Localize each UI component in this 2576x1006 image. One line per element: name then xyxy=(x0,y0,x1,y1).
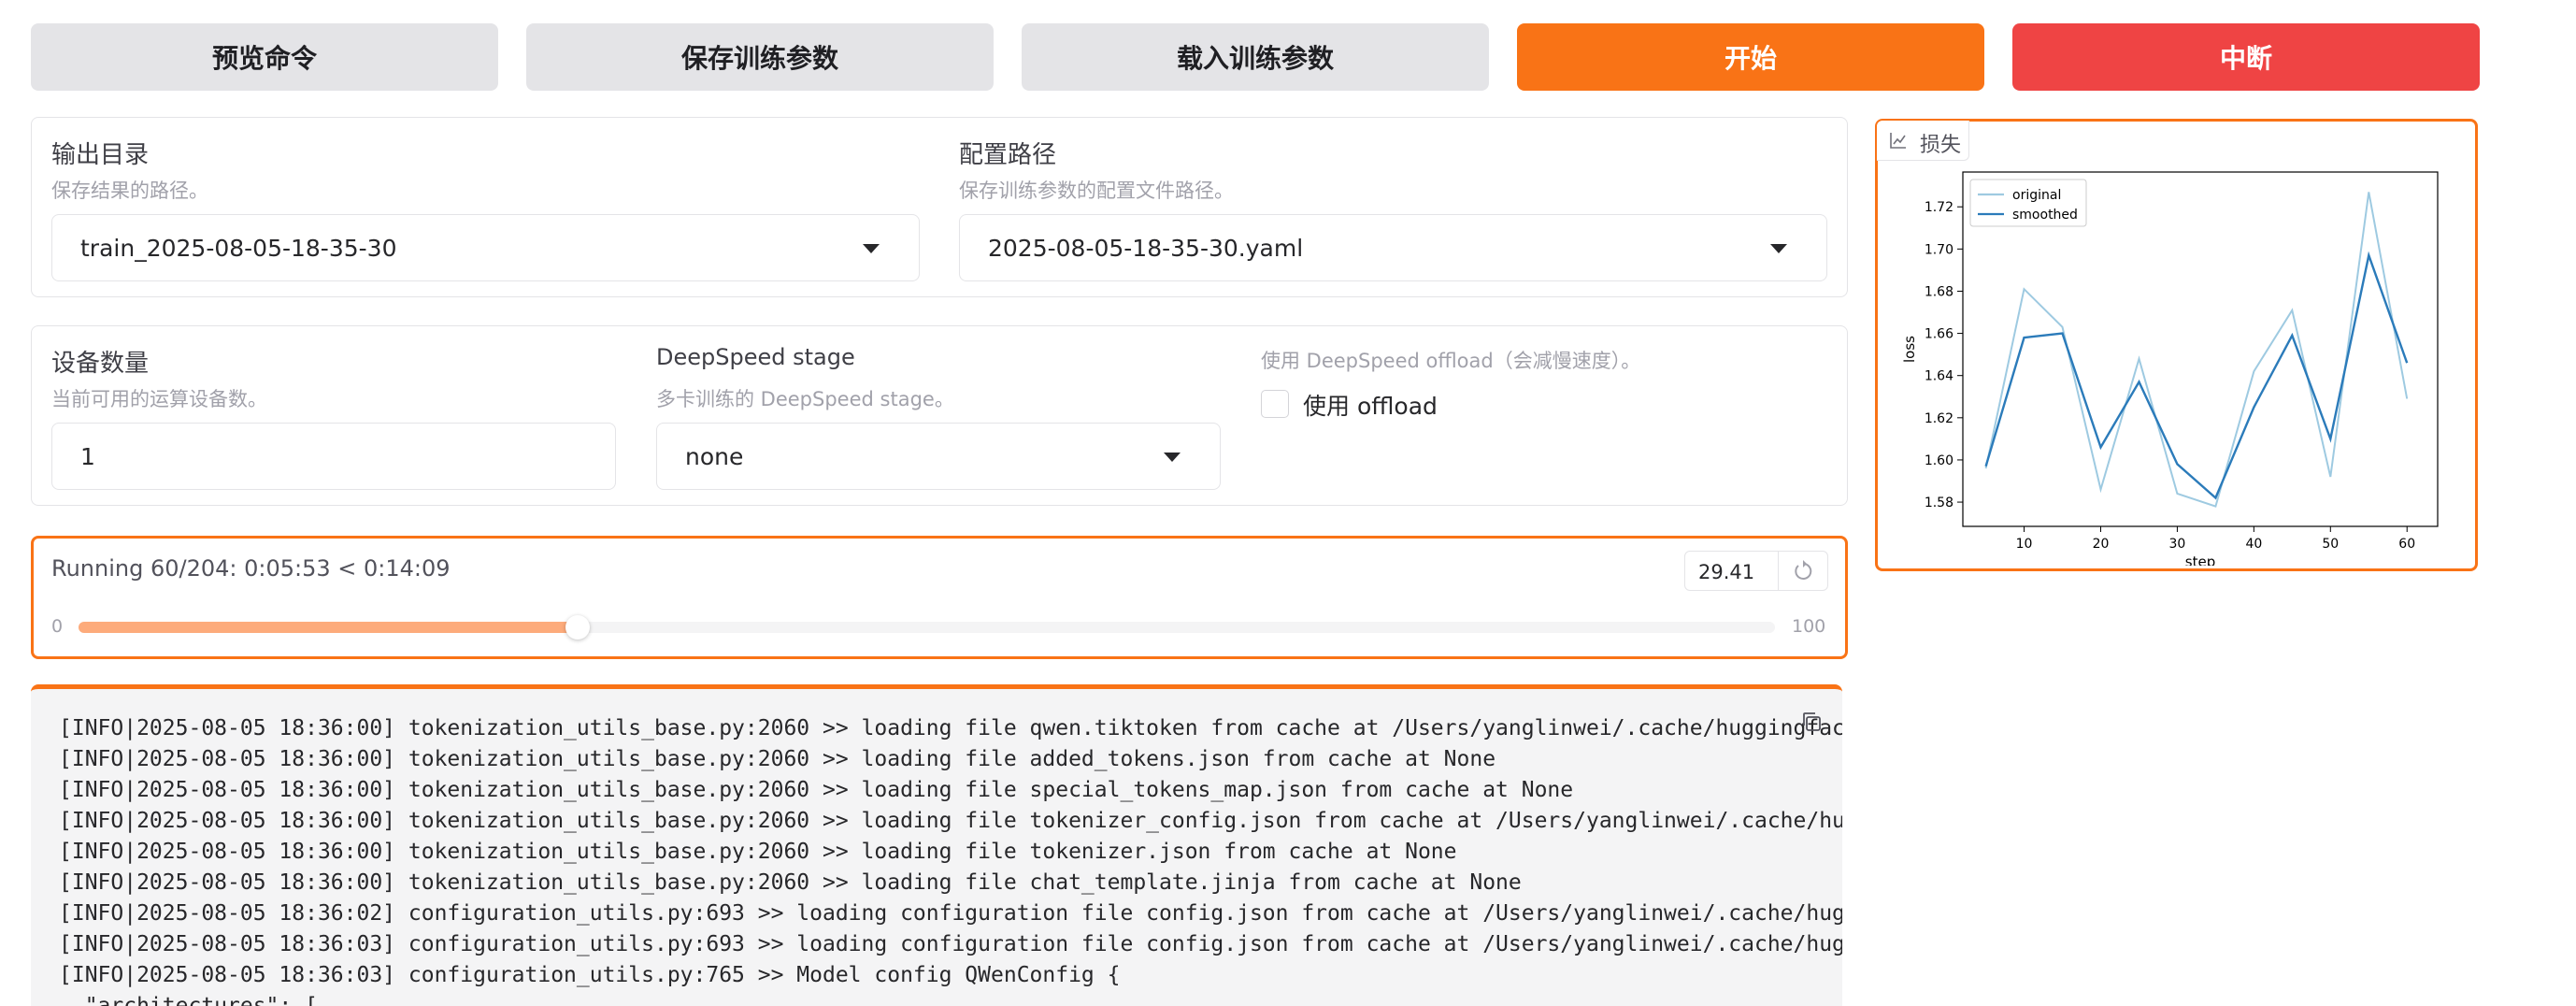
y-tick-label: 1.66 xyxy=(1925,327,1953,342)
progress-slider[interactable] xyxy=(79,615,1775,640)
save-args-button[interactable]: 保存训练参数 xyxy=(526,23,994,91)
preview-command-button[interactable]: 预览命令 xyxy=(31,23,498,91)
y-tick-label: 1.72 xyxy=(1925,200,1953,215)
config-path-dropdown[interactable]: 2025-08-05-18-35-30.yaml xyxy=(959,214,1827,281)
output-dir-dropdown[interactable]: train_2025-08-05-18-35-30 xyxy=(51,214,920,281)
start-button[interactable]: 开始 xyxy=(1517,23,1984,91)
progress-panel xyxy=(31,536,1848,659)
ds-stage-label: DeepSpeed stage xyxy=(656,344,855,370)
log-line: [INFO|2025-08-05 18:36:00] tokenization_… xyxy=(59,716,1842,740)
x-tick-label: 30 xyxy=(2169,537,2186,552)
ds-offload-info: 使用 DeepSpeed offload（会减慢速度）。 xyxy=(1261,350,1641,372)
x-tick-label: 50 xyxy=(2322,537,2339,552)
config-path-value: 2025-08-05-18-35-30.yaml xyxy=(988,234,1304,262)
y-tick-label: 1.70 xyxy=(1925,242,1953,257)
log-line: [INFO|2025-08-05 18:36:00] tokenization_… xyxy=(59,870,1522,895)
ds-stage-dropdown[interactable]: none xyxy=(656,423,1221,490)
slider-max-label: 100 xyxy=(1792,616,1826,637)
loss-plot-label-tab: 损失 xyxy=(1877,121,1969,161)
progress-number[interactable]: 29.41 xyxy=(1698,561,1754,583)
progress-slider-thumb[interactable] xyxy=(565,615,590,640)
load-args-button[interactable]: 载入训练参数 xyxy=(1022,23,1489,91)
loss-chart: 1.58 1.60 1.62 1.64 1.66 1.68 1.70 1.72 10 20 30 4… xyxy=(1901,171,2439,566)
x-tick-label: 10 xyxy=(2016,537,2033,552)
log-output: [INFO|2025-08-05 18:36:00] tokenization_… xyxy=(31,684,1842,1006)
config-path-label: 配置路径 xyxy=(959,141,1057,169)
config-path-info: 保存训练参数的配置文件路径。 xyxy=(959,180,1234,202)
progress-slider-fill xyxy=(79,622,578,633)
chevron-down-icon xyxy=(1770,244,1787,253)
x-tick-label: 40 xyxy=(2245,537,2262,552)
line-chart-icon xyxy=(1888,130,1909,151)
device-count-label: 设备数量 xyxy=(51,350,150,378)
chevron-down-icon xyxy=(863,244,880,253)
x-tick-label: 20 xyxy=(2093,537,2110,552)
output-dir-info: 保存结果的路径。 xyxy=(51,180,208,202)
copy-icon[interactable] xyxy=(1799,710,1824,734)
y-tick-label: 1.60 xyxy=(1925,453,1953,468)
slider-min-label: 0 xyxy=(51,616,64,637)
legend-label: original xyxy=(2012,188,2061,203)
abort-button[interactable]: 中断 xyxy=(2012,23,2480,91)
log-line: [INFO|2025-08-05 18:36:00] tokenization_… xyxy=(59,747,1496,771)
output-dir-value: train_2025-08-05-18-35-30 xyxy=(80,234,397,262)
device-count-input[interactable]: 1 xyxy=(51,423,616,490)
progress-status: Running 60/204: 0:05:53 < 0:14:09 xyxy=(51,555,451,582)
log-line: [INFO|2025-08-05 18:36:00] tokenization_… xyxy=(59,840,1457,864)
device-count-value: 1 xyxy=(80,442,95,470)
device-count-info: 当前可用的运算设备数。 xyxy=(51,388,267,410)
chart-legend: original smoothed xyxy=(1969,179,2087,227)
legend-label: smoothed xyxy=(2012,208,2078,223)
log-line: [INFO|2025-08-05 18:36:00] tokenization_… xyxy=(59,809,1842,833)
log-line: [INFO|2025-08-05 18:36:03] configuration… xyxy=(59,932,1842,956)
ds-stage-value: none xyxy=(685,442,744,470)
ds-offload-checkbox[interactable] xyxy=(1261,390,1289,418)
output-dir-label: 输出目录 xyxy=(51,141,150,169)
y-axis-label: loss xyxy=(1901,336,1918,363)
progress-number-box: 29.41 xyxy=(1684,551,1828,591)
y-tick-label: 1.62 xyxy=(1925,411,1953,426)
reset-icon[interactable] xyxy=(1789,557,1817,585)
x-tick-label: 60 xyxy=(2398,537,2415,552)
y-tick-label: 1.64 xyxy=(1925,369,1953,384)
log-line: [INFO|2025-08-05 18:36:03] configuration… xyxy=(59,963,1121,987)
ds-offload-checkbox-label[interactable]: 使用 offload xyxy=(1303,388,1438,422)
x-axis-label: step xyxy=(2185,553,2215,566)
log-line: [INFO|2025-08-05 18:36:00] tokenization_… xyxy=(59,778,1574,802)
ds-stage-info: 多卡训练的 DeepSpeed stage。 xyxy=(656,388,954,410)
y-tick-label: 1.68 xyxy=(1925,284,1953,299)
chevron-down-icon xyxy=(1164,453,1181,462)
loss-plot-label: 损失 xyxy=(1920,134,1962,157)
log-line: [INFO|2025-08-05 18:36:02] configuration… xyxy=(59,901,1842,926)
y-tick-label: 1.58 xyxy=(1925,496,1953,510)
log-line: "architectures": [ xyxy=(59,994,318,1006)
